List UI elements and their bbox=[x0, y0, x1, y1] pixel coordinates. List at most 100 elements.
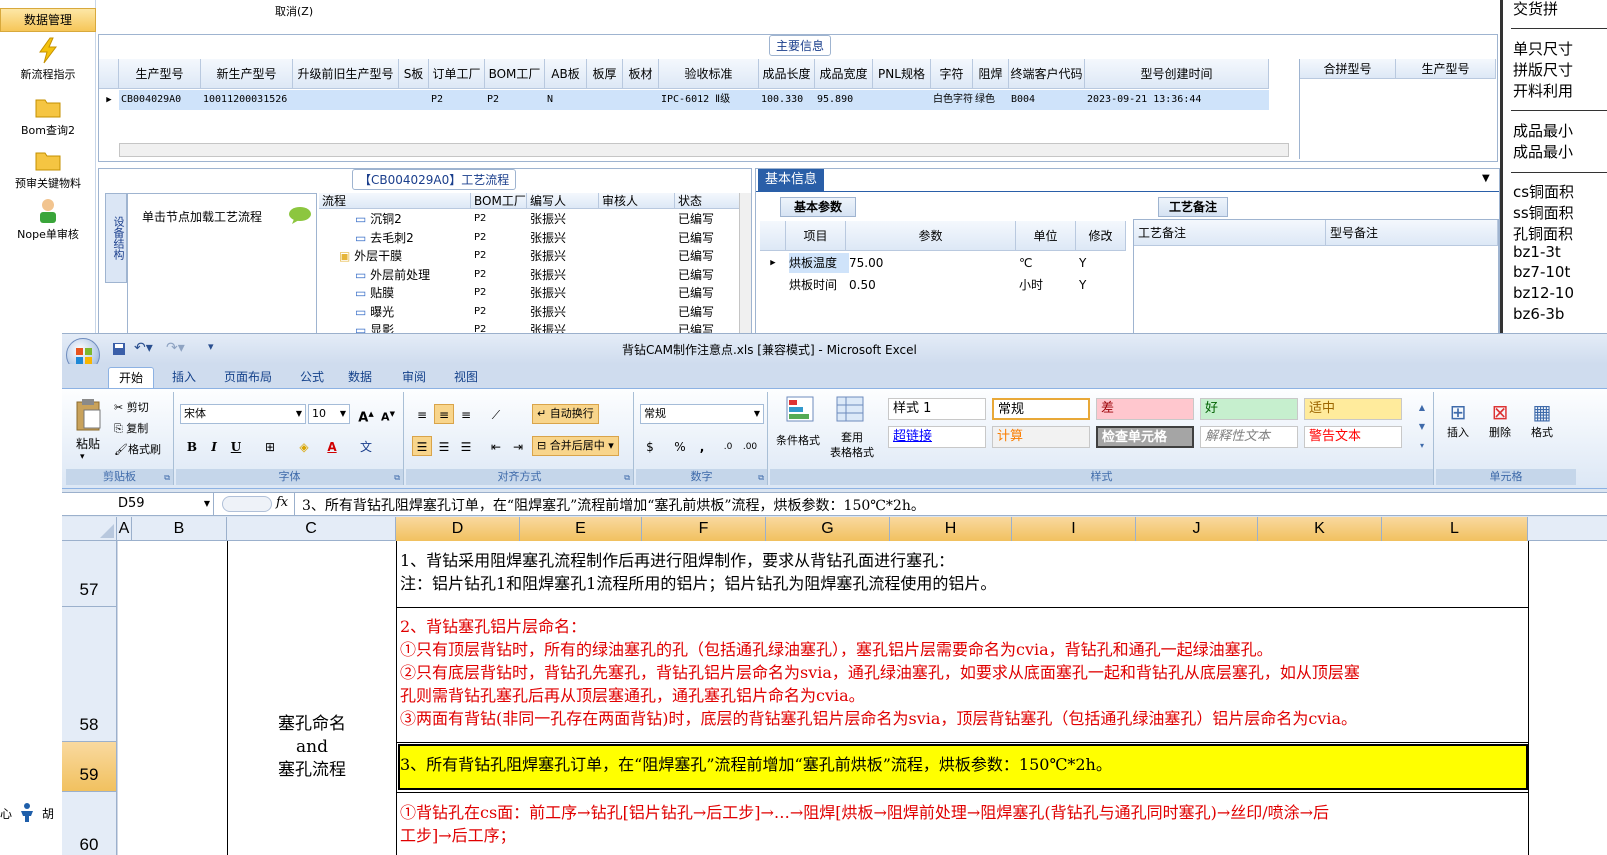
column-header[interactable]: 验收标准 bbox=[659, 59, 759, 89]
style-9[interactable]: 警告文本 bbox=[1304, 426, 1402, 448]
grid-cell[interactable]: 烘板时间 bbox=[789, 275, 849, 295]
grid-cell[interactable] bbox=[602, 283, 678, 303]
number-format-select[interactable]: 常规 ▼ bbox=[640, 404, 764, 424]
grid-cell[interactable]: P2 bbox=[474, 246, 530, 266]
grid-cell[interactable]: 白色字符 bbox=[931, 90, 973, 110]
insert-cells-button[interactable]: ⊞ 插入 bbox=[1440, 400, 1476, 440]
column-header-D[interactable]: D bbox=[396, 517, 520, 541]
tab-3[interactable]: 公式 bbox=[290, 367, 334, 388]
column-header[interactable]: 新生产型号 bbox=[201, 59, 293, 89]
tab-6[interactable]: 视图 bbox=[444, 367, 488, 388]
process-node[interactable]: ▣ 外层干膜 bbox=[339, 246, 471, 266]
grid-cell[interactable] bbox=[602, 246, 678, 266]
grid-cell[interactable]: ℃ bbox=[1019, 253, 1079, 273]
cancel-button[interactable]: 取消(Z) bbox=[275, 3, 313, 19]
paste-icon[interactable] bbox=[74, 398, 104, 432]
column-header[interactable]: 升级前旧生产型号 bbox=[293, 59, 399, 89]
align-bottom-icon[interactable]: ≡ bbox=[456, 404, 476, 424]
column-header-C[interactable]: C bbox=[227, 517, 396, 541]
grid-cell[interactable]: 张振兴 bbox=[530, 228, 602, 248]
row-header[interactable]: 58 bbox=[62, 607, 117, 742]
column-header[interactable]: 工艺备注 bbox=[1134, 220, 1326, 246]
style-4[interactable]: 适中 bbox=[1304, 398, 1402, 420]
grid-cell[interactable] bbox=[873, 90, 931, 110]
column-header[interactable]: 项目 bbox=[786, 221, 846, 251]
merge-center-button[interactable]: ⊟ 合并后居中 ▾ bbox=[532, 436, 619, 456]
column-header-K[interactable]: K bbox=[1258, 517, 1382, 541]
conditional-format-button[interactable]: 条件格式 bbox=[776, 432, 820, 448]
dialog-launcher-icon[interactable]: ⧉ bbox=[164, 473, 170, 483]
style-0[interactable]: 样式 1 bbox=[888, 398, 986, 420]
style-5[interactable]: 超链接 bbox=[888, 426, 986, 448]
currency-icon[interactable]: $ bbox=[640, 436, 660, 456]
column-header[interactable]: 生产型号 bbox=[119, 59, 201, 89]
tab-4[interactable]: 数据 bbox=[338, 367, 382, 388]
grid-cell[interactable]: 张振兴 bbox=[530, 265, 602, 285]
grid-cell[interactable]: Y bbox=[1079, 253, 1129, 273]
increase-indent-icon[interactable]: ⇥ bbox=[508, 436, 528, 456]
align-center-icon[interactable]: ☰ bbox=[434, 436, 454, 456]
style-6[interactable]: 计算 bbox=[992, 426, 1090, 448]
grid-cell[interactable]: Y bbox=[1079, 275, 1129, 295]
grid-cell[interactable]: 张振兴 bbox=[530, 283, 602, 303]
italic-button[interactable]: I bbox=[204, 436, 224, 456]
tab-basic-info[interactable]: 基本信息 bbox=[758, 169, 824, 191]
grid-cell[interactable]: 0.50 bbox=[849, 275, 1019, 295]
column-header[interactable]: BOM工厂 bbox=[485, 59, 545, 89]
formula-input[interactable]: 3、所有背钻孔阻焊塞孔订单，在“阻焊塞孔”流程前增加“塞孔前烘板”流程，烘板参数… bbox=[302, 495, 925, 515]
column-header[interactable]: 阻焊 bbox=[973, 59, 1009, 89]
orientation-icon[interactable]: ⟋ bbox=[486, 404, 506, 424]
style-1[interactable]: 常规 bbox=[992, 398, 1090, 420]
grid-cell[interactable]: P2 bbox=[474, 283, 530, 303]
style-3[interactable]: 好 bbox=[1200, 398, 1298, 420]
column-header-A[interactable]: A bbox=[117, 517, 132, 541]
column-header[interactable]: 单位 bbox=[1016, 221, 1076, 251]
grid-cell[interactable]: 2023-09-21 13:36:44 bbox=[1085, 90, 1269, 110]
align-right-icon[interactable]: ☰ bbox=[456, 436, 476, 456]
grid-cell[interactable]: 10011200031526 bbox=[201, 90, 293, 110]
column-header[interactable]: 生产型号 bbox=[1396, 59, 1496, 79]
column-header[interactable]: 型号创建时间 bbox=[1085, 59, 1269, 89]
border-icon[interactable]: ⊞ bbox=[260, 436, 280, 456]
grid-cell[interactable]: P2 bbox=[429, 90, 485, 110]
nav-prereview-button[interactable]: 预审关键物料 bbox=[0, 145, 96, 191]
grid-cell[interactable]: IPC-6012 Ⅱ级 bbox=[659, 90, 759, 110]
grid-cell[interactable]: N bbox=[545, 90, 587, 110]
process-node[interactable]: ▭ 贴膜 bbox=[355, 283, 471, 303]
style-7[interactable]: 检查单元格 bbox=[1096, 426, 1194, 448]
decrease-font-icon[interactable]: A▼ bbox=[378, 403, 398, 424]
align-top-icon[interactable]: ≡ bbox=[412, 404, 432, 424]
vertical-scrollbar[interactable] bbox=[739, 193, 751, 337]
save-icon[interactable] bbox=[112, 342, 126, 356]
column-header-B[interactable]: B bbox=[132, 517, 227, 541]
dialog-launcher-icon[interactable]: ⧉ bbox=[624, 473, 630, 483]
column-header-L[interactable]: L bbox=[1382, 517, 1528, 541]
dropdown-icon[interactable]: ▼ bbox=[1482, 173, 1490, 184]
style-8[interactable]: 解释性文本 bbox=[1200, 426, 1298, 448]
cut-button[interactable]: ✂ 剪切 bbox=[114, 399, 149, 415]
grid-cell[interactable]: 小时 bbox=[1019, 275, 1079, 295]
select-all-corner[interactable] bbox=[62, 517, 117, 541]
grid-cell[interactable]: 张振兴 bbox=[530, 209, 602, 229]
format-painter-button[interactable]: 🖌格式刷 bbox=[114, 441, 161, 457]
column-header[interactable]: 编写人 bbox=[527, 193, 599, 209]
align-left-icon[interactable]: ☰ bbox=[412, 436, 432, 456]
row-header[interactable]: 60 bbox=[62, 792, 117, 855]
column-header[interactable]: 字符 bbox=[931, 59, 973, 89]
column-header[interactable]: PNL规格 bbox=[873, 59, 931, 89]
column-header[interactable]: AB板 bbox=[545, 59, 587, 89]
tab-basic-params[interactable]: 基本参数 bbox=[780, 197, 856, 217]
process-node[interactable]: ▭ 沉铜2 bbox=[355, 209, 471, 229]
increase-decimal-icon[interactable]: .0 bbox=[718, 436, 738, 456]
process-node[interactable]: ▭ 外层前处理 bbox=[355, 265, 471, 285]
bold-button[interactable]: B bbox=[182, 436, 202, 456]
grid-cell[interactable]: 75.00 bbox=[849, 253, 1019, 273]
font-size-select[interactable]: 10 ▼ bbox=[308, 404, 350, 424]
underline-button[interactable]: U bbox=[226, 436, 246, 456]
phonetic-icon[interactable]: 文 bbox=[356, 436, 376, 456]
row-header[interactable]: 59 bbox=[62, 742, 117, 792]
nav-new-process-button[interactable]: 新流程指示 bbox=[0, 36, 96, 82]
tab-0[interactable]: 开始 bbox=[108, 367, 155, 388]
column-header[interactable]: 型号备注 bbox=[1326, 220, 1498, 246]
table-format-button[interactable]: 套用 表格格式 bbox=[830, 430, 874, 460]
